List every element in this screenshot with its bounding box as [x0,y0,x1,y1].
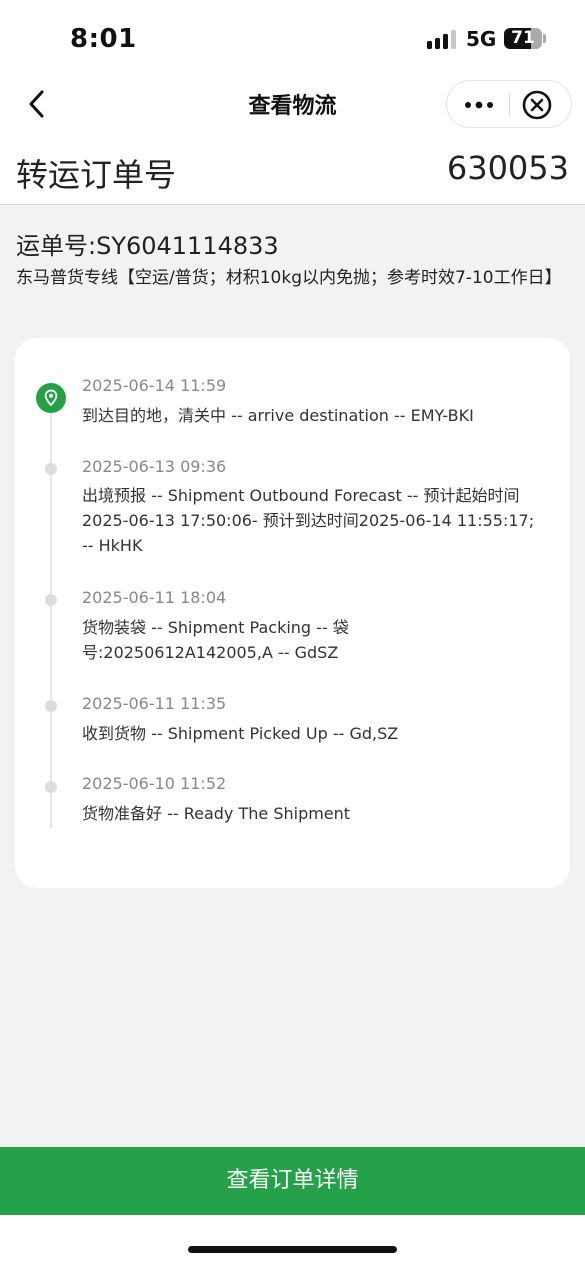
mini-program-capsule [446,80,572,128]
service-description: 东马普货专线【空运/普货；材积10kg以内免抛；参考时效7-10工作日】 [16,268,562,288]
nav-bar: 查看物流 [0,76,585,132]
timeline-time: 2025-06-10 11:52 [82,774,227,793]
home-indicator[interactable] [188,1246,397,1253]
status-time: 8:01 [70,24,137,54]
order-label: 转运订单号 [16,156,177,194]
network-type: 5G [466,27,497,51]
timeline-text: 出境预报 -- Shipment Outbound Forecast -- 预计… [82,486,535,555]
home-area [0,1215,585,1266]
timeline-text: 到达目的地，清关中 -- arrive destination -- EMY-B… [82,406,474,425]
timeline-dot [45,700,57,712]
battery-level: 71 [511,28,535,48]
signal-icon [427,30,459,49]
status-bar: 8:01 5G 71 [0,0,585,76]
order-number-row: 转运订单号 630053 [0,142,585,204]
timeline-text: 货物准备好 -- Ready The Shipment [82,804,351,823]
timeline-text: 收到货物 -- Shipment Picked Up -- Gd,SZ [82,724,399,743]
timeline-dot [45,781,57,793]
timeline-time: 2025-06-13 09:36 [82,457,227,476]
timeline-dot [45,463,57,475]
timeline-time: 2025-06-11 18:04 [82,588,227,607]
view-order-details-button[interactable]: 查看订单详情 [0,1147,585,1215]
timeline-dot [45,594,57,606]
tracking-card: 2025-06-14 11:59 到达目的地，清关中 -- arrive des… [15,338,570,888]
divider [0,204,585,205]
order-number: 630053 [446,149,569,187]
timeline-time: 2025-06-11 11:35 [82,694,227,713]
timeline-line [50,390,52,828]
battery-icon: 71 [504,28,542,49]
waybill-number: 运单号:SY6041114833 [16,232,279,260]
capsule-divider [509,93,510,117]
location-pin-icon [36,383,66,413]
close-circle-icon[interactable] [521,89,553,121]
timeline-time: 2025-06-14 11:59 [82,376,227,395]
more-dots-icon[interactable] [463,95,495,115]
timeline-text: 货物装袋 -- Shipment Packing -- 袋号:20250612A… [82,618,349,662]
